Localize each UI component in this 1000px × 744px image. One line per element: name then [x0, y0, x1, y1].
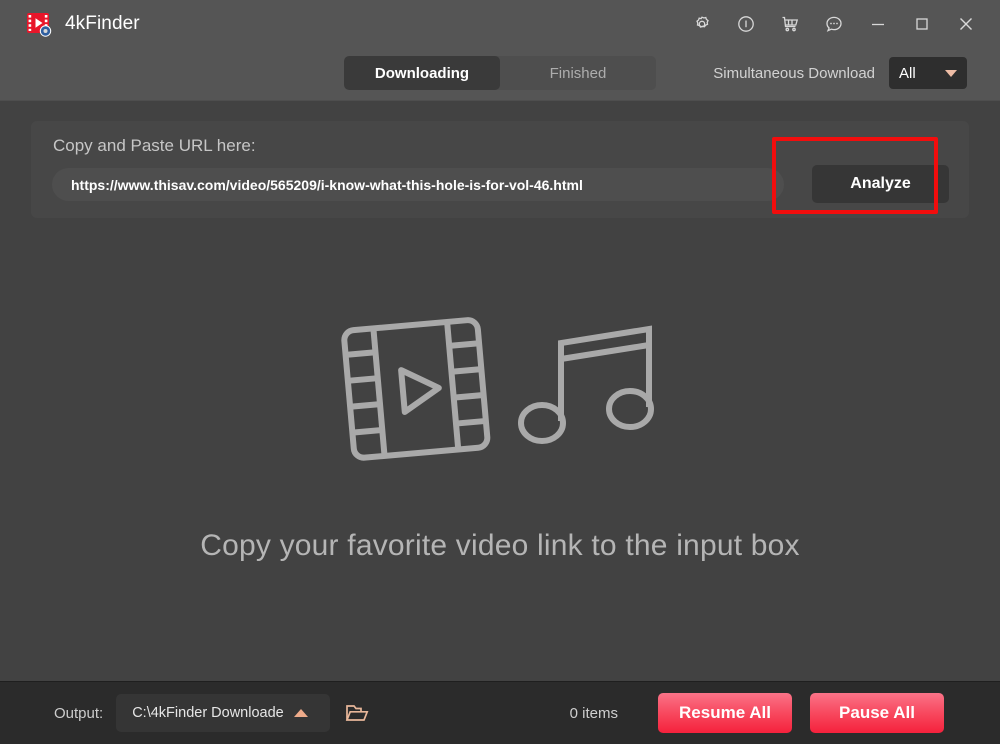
app-window: 4kFinder — [0, 0, 1000, 744]
brand: 4kFinder — [0, 11, 140, 37]
open-folder-icon[interactable] — [345, 702, 369, 724]
shopping-cart-icon[interactable] — [780, 14, 800, 34]
settings-gear-icon[interactable] — [692, 14, 712, 34]
analyze-button[interactable]: Analyze — [812, 165, 949, 203]
items-count: 0 items — [570, 705, 618, 722]
simultaneous-download-label: Simultaneous Download — [713, 65, 875, 82]
url-panel-label: Copy and Paste URL here: — [53, 136, 256, 156]
feedback-bubble-icon[interactable] — [824, 14, 844, 34]
url-panel: Copy and Paste URL here: Analyze — [31, 121, 969, 218]
main-content: Copy and Paste URL here: Analyze — [0, 100, 1000, 681]
film-strip-play-icon — [343, 319, 488, 458]
info-circle-icon[interactable] — [736, 14, 756, 34]
toolbar: Downloading Finished Simultaneous Downlo… — [0, 48, 1000, 100]
pause-all-button[interactable]: Pause All — [810, 693, 944, 733]
chevron-up-icon — [294, 709, 308, 717]
bottom-bar: Output: C:\4kFinder Downloade 0 items Re… — [0, 681, 1000, 744]
url-input[interactable] — [52, 168, 784, 201]
maximize-icon[interactable] — [912, 14, 932, 34]
empty-state-message: Copy your favorite video link to the inp… — [200, 529, 800, 563]
title-bar: 4kFinder — [0, 0, 1000, 48]
output-path-select[interactable]: C:\4kFinder Downloade — [116, 694, 330, 732]
bulk-actions: Resume All Pause All — [658, 693, 944, 733]
chevron-down-icon — [945, 70, 957, 77]
music-note-icon — [521, 329, 651, 441]
film-play-logo-icon — [26, 11, 52, 37]
close-icon[interactable] — [956, 14, 976, 34]
app-title: 4kFinder — [65, 13, 140, 35]
window-controls — [692, 14, 1000, 34]
empty-state: Copy your favorite video link to the inp… — [0, 311, 1000, 563]
simultaneous-download-group: Simultaneous Download All — [713, 57, 967, 89]
empty-state-illustration — [335, 311, 665, 471]
tab-finished[interactable]: Finished — [500, 56, 656, 90]
tab-group: Downloading Finished — [344, 56, 656, 90]
tab-downloading[interactable]: Downloading — [344, 56, 500, 90]
output-path-value: C:\4kFinder Downloade — [132, 705, 284, 721]
minimize-icon[interactable] — [868, 14, 888, 34]
output-label: Output: — [54, 705, 103, 722]
simultaneous-download-select[interactable]: All — [889, 57, 967, 89]
simultaneous-download-value: All — [899, 65, 945, 82]
resume-all-button[interactable]: Resume All — [658, 693, 792, 733]
